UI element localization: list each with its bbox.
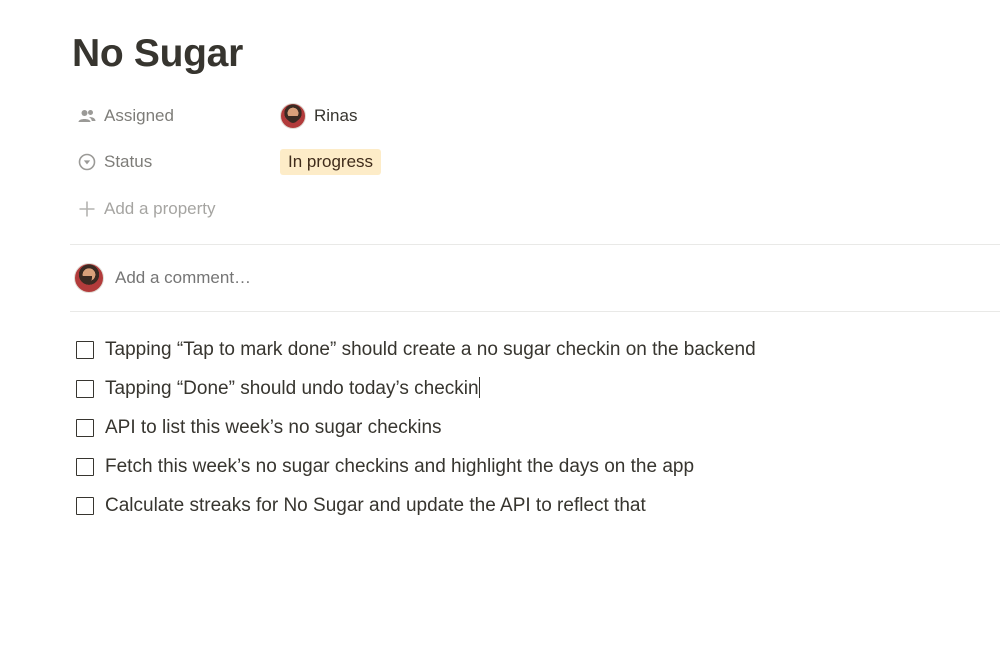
- add-property-label: Add a property: [104, 199, 216, 218]
- todo-text[interactable]: Tapping “Tap to mark done” should create…: [105, 339, 756, 361]
- status-badge: In progress: [280, 149, 382, 175]
- text-cursor: [478, 377, 480, 398]
- add-property-button[interactable]: Add a property: [72, 193, 216, 225]
- property-label-status[interactable]: Status: [72, 146, 280, 178]
- todo-list: Tapping “Tap to mark done” should create…: [76, 330, 976, 525]
- todo-item: Calculate streaks for No Sugar and updat…: [76, 486, 976, 525]
- page-title[interactable]: No Sugar: [72, 28, 243, 80]
- avatar: [74, 263, 104, 293]
- todo-text[interactable]: Calculate streaks for No Sugar and updat…: [105, 495, 646, 517]
- divider: [70, 244, 1000, 245]
- todo-item: API to list this week’s no sugar checkin…: [76, 408, 976, 447]
- assignee-name: Rinas: [314, 106, 358, 125]
- todo-text[interactable]: Tapping “Done” should undo today’s check…: [105, 377, 480, 400]
- property-label-text: Status: [104, 152, 153, 171]
- status-value[interactable]: In progress: [280, 146, 382, 178]
- comment-row: [74, 262, 615, 294]
- status-icon: [76, 151, 98, 173]
- todo-text[interactable]: Fetch this week’s no sugar checkins and …: [105, 456, 694, 478]
- divider: [70, 311, 1000, 312]
- todo-checkbox[interactable]: [76, 418, 94, 437]
- todo-text-content: Tapping “Done” should undo today’s check…: [105, 378, 479, 399]
- people-icon: [76, 105, 98, 127]
- property-label-text: Assigned: [104, 106, 174, 125]
- property-status: Status In progress: [72, 144, 672, 180]
- todo-checkbox[interactable]: [76, 340, 94, 359]
- page: No Sugar Assigned Rinas Status In progre…: [0, 0, 1000, 660]
- todo-text[interactable]: API to list this week’s no sugar checkin…: [105, 417, 442, 439]
- todo-item: Tapping “Tap to mark done” should create…: [76, 330, 976, 369]
- todo-item: Tapping “Done” should undo today’s check…: [76, 369, 976, 408]
- assignee-value[interactable]: Rinas: [280, 100, 357, 132]
- todo-checkbox[interactable]: [76, 379, 94, 398]
- todo-item: Fetch this week’s no sugar checkins and …: [76, 447, 976, 486]
- todo-checkbox[interactable]: [76, 457, 94, 476]
- comment-input[interactable]: [115, 268, 615, 288]
- property-label-assigned[interactable]: Assigned: [72, 100, 280, 132]
- plus-icon: [76, 198, 98, 220]
- property-assigned: Assigned Rinas: [72, 98, 672, 134]
- avatar: [280, 103, 306, 129]
- todo-checkbox[interactable]: [76, 496, 94, 515]
- add-property-row: Add a property: [72, 191, 672, 227]
